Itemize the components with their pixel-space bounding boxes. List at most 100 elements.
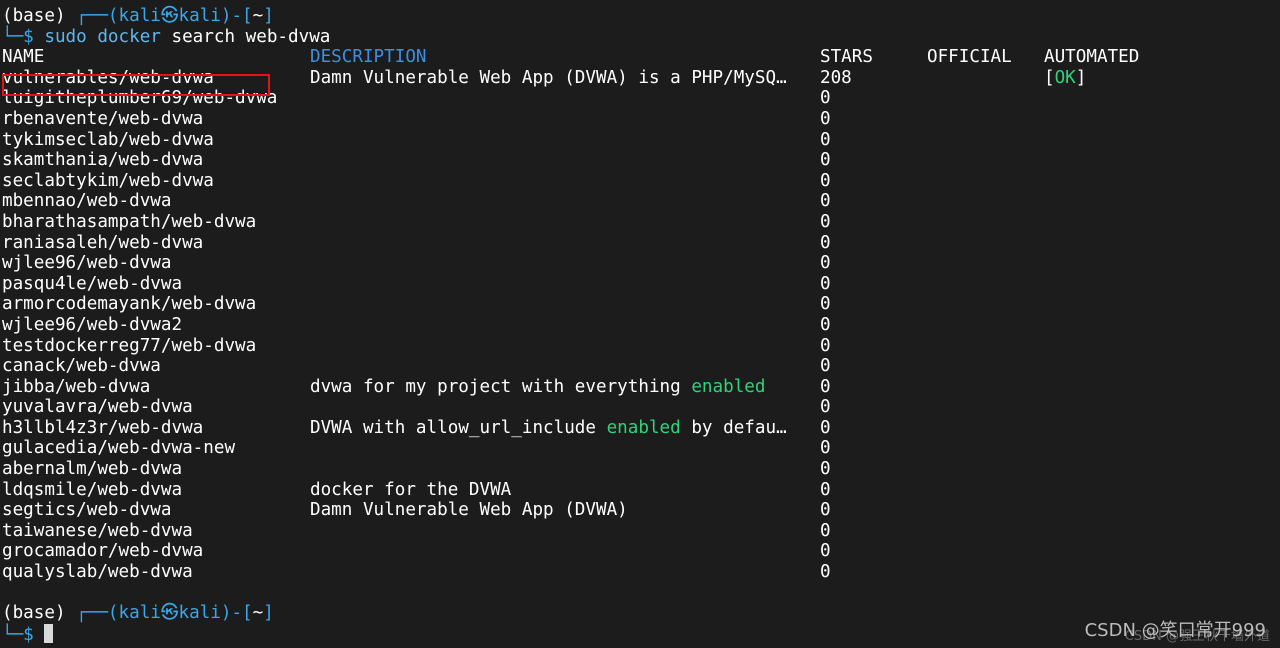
prompt-corner-2: └─$ <box>2 26 45 47</box>
repo-name: h3llbl4z3r/web-dvwa <box>2 417 204 438</box>
table-row: abernalm/web-dvwa 0 <box>2 459 1280 480</box>
cmd-docker: docker <box>97 26 161 47</box>
repo-stars: 0 <box>820 335 831 356</box>
table-row: qualyslab/web-dvwa 0 <box>2 562 1280 583</box>
header-automated: AUTOMATED <box>1044 47 1140 68</box>
description-text: Damn Vulnerable Web App (DVWA) <box>310 500 628 521</box>
table-header: NAME DESCRIPTION STARS OFFICIAL AUTOMATE… <box>2 47 1280 68</box>
table-row: seclabtykim/web-dvwa 0 <box>2 171 1280 192</box>
table-row: ldqsmile/web-dvwa docker for the DVWA 0 <box>2 480 1280 501</box>
table-row: taiwanese/web-dvwa 0 <box>2 521 1280 542</box>
prompt-dir: ~ <box>252 6 264 26</box>
prompt-mid: )-[ <box>220 603 253 624</box>
repo-name: grocamador/web-dvwa <box>2 541 204 562</box>
conda-env: (base) <box>2 603 77 624</box>
table-row: jibba/web-dvwa dvwa for my project with e… <box>2 377 1280 398</box>
table-row: canack/web-dvwa 0 <box>2 356 1280 377</box>
repo-name: tykimseclab/web-dvwa <box>2 129 214 150</box>
repo-stars: 0 <box>820 438 831 459</box>
repo-stars: 0 <box>820 88 831 109</box>
prompt-corner-2: └─$ <box>2 624 45 645</box>
repo-stars: 0 <box>820 541 831 562</box>
prompt-corner: ┌──( <box>76 6 119 26</box>
table-row: armorcodemayank/web-dvwa 0 <box>2 294 1280 315</box>
repo-name: testdockerreg77/web-dvwa <box>2 335 257 356</box>
highlight-box <box>2 74 270 96</box>
prompt-corner: ┌──( <box>76 603 119 624</box>
cmd-sudo: sudo <box>44 26 87 47</box>
repo-automated: [OK] <box>1044 68 1086 89</box>
repo-name: yuvalavra/web-dvwa <box>2 397 193 418</box>
prompt-host: kali <box>178 603 221 624</box>
repo-stars: 0 <box>820 459 831 480</box>
repo-name: qualyslab/web-dvwa <box>2 562 193 583</box>
repo-name: rbenavente/web-dvwa <box>2 108 204 129</box>
terminal-output: (base) ┌──(kali㉿kali)-[~] └─$ sudo docke… <box>2 6 1280 645</box>
repo-stars: 0 <box>820 294 831 315</box>
prompt-dir: ~ <box>252 603 264 624</box>
table-row: grocamador/web-dvwa 0 <box>2 541 1280 562</box>
description-highlight: enabled <box>606 417 681 438</box>
repo-name: segtics/web-dvwa <box>2 500 172 521</box>
table-row: raniasaleh/web-dvwa 0 <box>2 233 1280 254</box>
repo-name: pasqu4le/web-dvwa <box>2 273 183 294</box>
repo-stars: 0 <box>820 191 831 212</box>
repo-stars: 0 <box>820 417 831 438</box>
repo-stars: 0 <box>820 397 831 418</box>
table-row: wjlee96/web-dvwa 0 <box>2 253 1280 274</box>
repo-stars: 0 <box>820 376 831 397</box>
table-row: yuvalavra/web-dvwa 0 <box>2 397 1280 418</box>
description-text: docker for the DVWA <box>310 479 512 500</box>
automated-bracket-close: ] <box>1075 67 1087 88</box>
repo-stars: 0 <box>820 314 831 335</box>
repo-stars: 0 <box>820 108 831 129</box>
repo-description: dvwa for my project with everything enab… <box>310 377 765 398</box>
prompt-user: kali㉿ <box>118 6 179 26</box>
repo-name: raniasaleh/web-dvwa <box>2 232 204 253</box>
repo-description: docker for the DVWA <box>310 480 511 501</box>
automated-ok: OK <box>1054 67 1076 88</box>
repo-name: jibba/web-dvwa <box>2 376 151 397</box>
results-table: vulnerables/web-dvwa Damn Vulnerable Web … <box>2 68 1280 583</box>
command-line: └─$ sudo docker search web-dvwa <box>2 27 1280 48</box>
repo-stars: 0 <box>820 479 831 500</box>
repo-name: abernalm/web-dvwa <box>2 459 183 480</box>
text-cursor[interactable] <box>44 623 54 643</box>
description-text-tail: by defau… <box>680 417 787 438</box>
repo-stars: 0 <box>820 150 831 171</box>
repo-name: wjlee96/web-dvwa2 <box>2 314 183 335</box>
table-row: bharathasampath/web-dvwa 0 <box>2 212 1280 233</box>
repo-stars: 0 <box>820 356 831 377</box>
table-row: skamthania/web-dvwa 0 <box>2 150 1280 171</box>
table-row: mbennao/web-dvwa 0 <box>2 191 1280 212</box>
prompt-end: ] <box>263 603 274 624</box>
prompt-line: (base) ┌──(kali㉿kali)-[~] <box>2 6 1280 27</box>
repo-name: ldqsmile/web-dvwa <box>2 479 183 500</box>
header-official: OFFICIAL <box>927 47 1012 68</box>
repo-name: taiwanese/web-dvwa <box>2 520 193 541</box>
prompt-end: ] <box>263 6 274 26</box>
table-row: segtics/web-dvwa Damn Vulnerable Web App … <box>2 500 1280 521</box>
repo-stars: 0 <box>820 520 831 541</box>
repo-name: skamthania/web-dvwa <box>2 150 204 171</box>
repo-stars: 208 <box>820 67 852 88</box>
repo-stars: 0 <box>820 253 831 274</box>
repo-description: Damn Vulnerable Web App (DVWA) <box>310 500 628 521</box>
table-row: pasqu4le/web-dvwa 0 <box>2 274 1280 295</box>
description-text: DVWA with allow_url_include <box>310 417 607 438</box>
description-text: Damn Vulnerable Web App (DVWA) is a PHP/… <box>310 67 787 88</box>
watermark: CSDN @笑口常开999 <box>1084 620 1266 641</box>
repo-name: seclabtykim/web-dvwa <box>2 170 214 191</box>
prompt-user: kali㉿ <box>118 603 179 624</box>
repo-stars: 0 <box>820 129 831 150</box>
repo-description: DVWA with allow_url_include enabled by d… <box>310 418 787 439</box>
repo-stars: 0 <box>820 211 831 232</box>
repo-name: mbennao/web-dvwa <box>2 191 172 212</box>
repo-stars: 0 <box>820 562 831 583</box>
table-row: rbenavente/web-dvwa 0 <box>2 109 1280 130</box>
repo-stars: 0 <box>820 170 831 191</box>
header-name: NAME <box>2 47 45 68</box>
description-highlight: enabled <box>691 376 766 397</box>
automated-bracket-open: [ <box>1044 67 1055 88</box>
